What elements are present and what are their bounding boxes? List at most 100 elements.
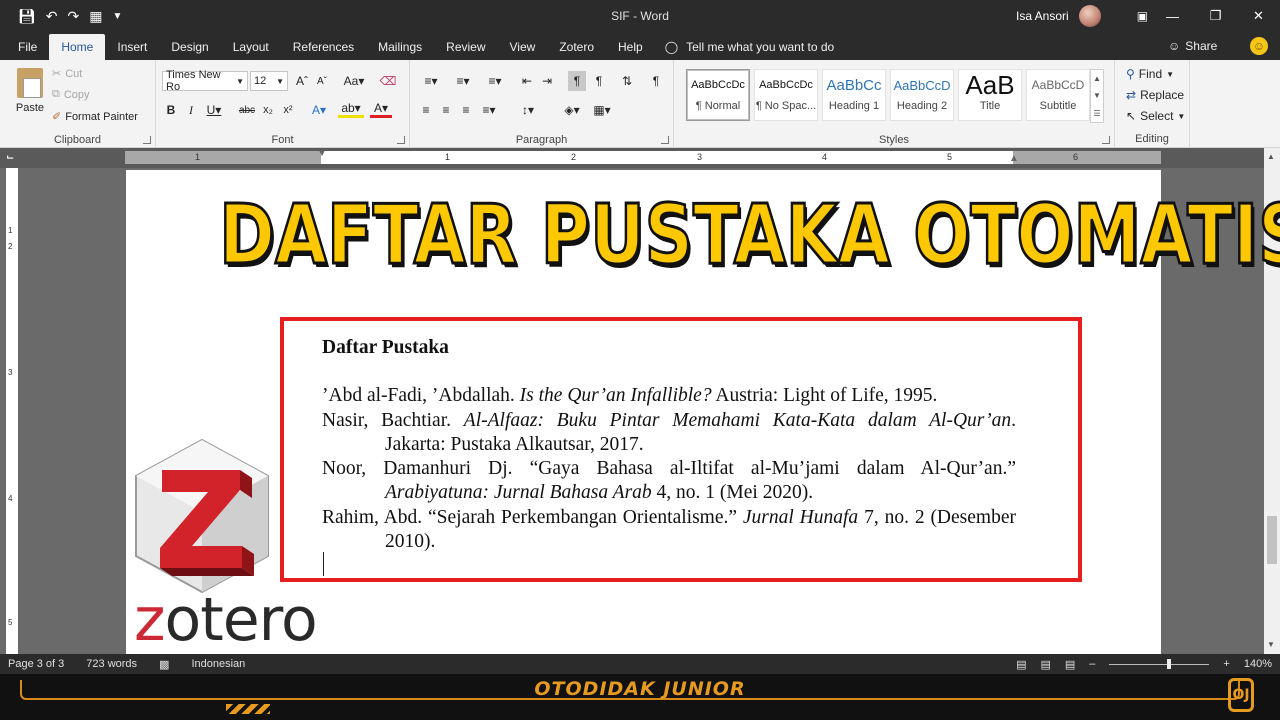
bold-icon[interactable]: B (164, 100, 178, 120)
style-heading-2[interactable]: AaBbCcD Heading 2 (890, 69, 954, 121)
text-effects-icon[interactable]: A▾ (308, 100, 330, 120)
align-right-icon[interactable]: ≡ (458, 100, 474, 120)
strikethrough-icon[interactable]: abc (236, 100, 258, 120)
user-area[interactable]: Isa Ansori ▣ (1016, 0, 1148, 32)
style-subtitle[interactable]: AaBbCcD Subtitle (1026, 69, 1090, 121)
tab-home[interactable]: Home (49, 34, 106, 60)
scroll-thumb[interactable] (1267, 516, 1277, 564)
horizontal-ruler[interactable]: 1 1 2 3 4 5 6 ▼ ▲ (125, 148, 1161, 164)
sort-icon[interactable]: ⇅ (618, 71, 636, 91)
cut-button[interactable]: ✂ Cut (52, 67, 82, 81)
tab-references[interactable]: References (281, 34, 366, 60)
borders-icon[interactable]: ▦▾ (590, 100, 614, 120)
format-painter-button[interactable]: ✐ Format Painter (52, 110, 138, 124)
more-icon[interactable]: ☰ (1093, 109, 1100, 118)
replace-button[interactable]: ⇄ Replace (1126, 88, 1184, 102)
page-count[interactable]: Page 3 of 3 (8, 658, 64, 670)
web-layout-icon[interactable]: ▤ (1065, 658, 1075, 671)
ltr-icon[interactable]: ¶ (568, 71, 586, 91)
numbering-icon[interactable]: ≡▾ (450, 71, 476, 91)
paragraph-launcher-icon[interactable] (661, 136, 669, 144)
italic-icon[interactable]: I (184, 100, 198, 120)
underline-icon[interactable]: U▾ (204, 100, 224, 120)
style-sample: AaBbCcD (893, 77, 951, 93)
indent-marker-icon[interactable]: ▼ (317, 148, 327, 159)
ribbon-display-icon[interactable]: ▣ (1137, 9, 1148, 23)
person-icon: ☺ (1168, 39, 1181, 53)
scroll-down-icon[interactable]: ▼ (1267, 640, 1275, 649)
shading-icon[interactable]: ◈▾ (560, 100, 584, 120)
zoom-in-icon[interactable]: + (1223, 658, 1229, 670)
copy-button[interactable]: ⧉ Copy (52, 88, 90, 101)
bibliography[interactable]: Daftar Pustaka ’Abd al-Fadi, ’Abdallah. … (322, 336, 1016, 554)
tab-review[interactable]: Review (434, 34, 497, 60)
share-button[interactable]: ☺ Share (1168, 32, 1217, 60)
line-spacing-icon[interactable]: ↕▾ (516, 100, 540, 120)
undo-icon[interactable]: ↶ (46, 8, 58, 25)
layout-icon[interactable]: ▦ (89, 8, 102, 25)
vertical-ruler[interactable]: 1 2 3 4 5 (6, 168, 18, 654)
print-layout-icon[interactable]: ▤ (1040, 658, 1050, 671)
select-button[interactable]: ↖ Select ▼ (1126, 109, 1185, 123)
feedback-smiley-icon[interactable]: ☺ (1250, 37, 1268, 55)
increase-indent-icon[interactable]: ⇥ (538, 71, 556, 91)
zoom-level[interactable]: 140% (1244, 658, 1272, 670)
zoom-out-icon[interactable]: – (1089, 658, 1095, 670)
align-left-icon[interactable]: ≡ (418, 100, 434, 120)
chevron-up-icon[interactable]: ▲ (1093, 74, 1101, 83)
shrink-font-icon[interactable]: Aˇ (314, 71, 330, 91)
read-mode-icon[interactable]: ▤ (1016, 658, 1026, 671)
font-size-dropdown[interactable]: 12 ▼ (250, 71, 288, 91)
tell-me-box[interactable]: ◯ Tell me what you want to do (655, 34, 835, 60)
minimize-icon[interactable]: — (1151, 0, 1194, 32)
clear-formatting-icon[interactable]: ⌫ (380, 71, 397, 91)
superscript-icon[interactable]: x² (280, 100, 296, 120)
highlight-icon[interactable]: ab▾ (338, 100, 364, 118)
tab-help[interactable]: Help (606, 34, 655, 60)
clipboard-launcher-icon[interactable] (143, 136, 151, 144)
font-name-dropdown[interactable]: Times New Ro ▼ (162, 69, 248, 93)
font-color-icon[interactable]: A▾ (370, 100, 392, 118)
proofing-icon[interactable]: ▩ (159, 658, 169, 671)
styles-scroll[interactable]: ▲ ▼ ☰ (1090, 69, 1104, 123)
justify-icon[interactable]: ≡▾ (478, 100, 500, 120)
align-center-icon[interactable]: ≡ (438, 100, 454, 120)
font-launcher-icon[interactable] (397, 136, 405, 144)
styles-launcher-icon[interactable] (1102, 136, 1110, 144)
word-count[interactable]: 723 words (86, 658, 137, 670)
save-icon[interactable]: 💾︎ (18, 8, 36, 25)
tab-insert[interactable]: Insert (105, 34, 159, 60)
paste-button[interactable]: Paste (12, 68, 48, 114)
language[interactable]: Indonesian (191, 658, 245, 670)
multilevel-list-icon[interactable]: ≡▾ (482, 71, 508, 91)
tab-view[interactable]: View (498, 34, 548, 60)
tab-mailings[interactable]: Mailings (366, 34, 434, 60)
restore-icon[interactable]: ❐ (1194, 0, 1237, 32)
subscript-icon[interactable]: x₂ (260, 100, 276, 120)
show-formatting-icon[interactable]: ¶ (648, 71, 664, 91)
customize-qat-icon[interactable]: ▼ (112, 11, 122, 22)
chevron-down-icon[interactable]: ▼ (1093, 91, 1101, 100)
tab-design[interactable]: Design (159, 34, 220, 60)
right-indent-marker-icon[interactable]: ▲ (1009, 153, 1019, 164)
tab-selector-icon[interactable]: ⌙ (6, 152, 16, 164)
tab-layout[interactable]: Layout (221, 34, 281, 60)
style-normal[interactable]: AaBbCcDc ¶ Normal (686, 69, 750, 121)
grow-font-icon[interactable]: Aˆ (294, 71, 310, 91)
tab-file[interactable]: File (0, 34, 49, 60)
find-button[interactable]: ⚲ Find ▼ (1126, 67, 1174, 81)
change-case-icon[interactable]: Aa▾ (340, 71, 368, 91)
zoom-slider-thumb[interactable] (1167, 658, 1172, 669)
close-icon[interactable]: ✕ (1237, 0, 1280, 32)
style-no-spacing[interactable]: AaBbCcDc ¶ No Spac... (754, 69, 818, 121)
scroll-up-icon[interactable]: ▲ (1267, 152, 1275, 161)
rtl-icon[interactable]: ¶ (590, 71, 608, 91)
zoom-slider[interactable] (1109, 658, 1210, 669)
tab-zotero[interactable]: Zotero (547, 34, 606, 60)
style-title[interactable]: AaB Title (958, 69, 1022, 121)
bullets-icon[interactable]: ≡▾ (418, 71, 444, 91)
redo-icon[interactable]: ↷ (68, 8, 80, 25)
avatar[interactable] (1078, 5, 1101, 27)
style-heading-1[interactable]: AaBbCc Heading 1 (822, 69, 886, 121)
decrease-indent-icon[interactable]: ⇤ (518, 71, 536, 91)
